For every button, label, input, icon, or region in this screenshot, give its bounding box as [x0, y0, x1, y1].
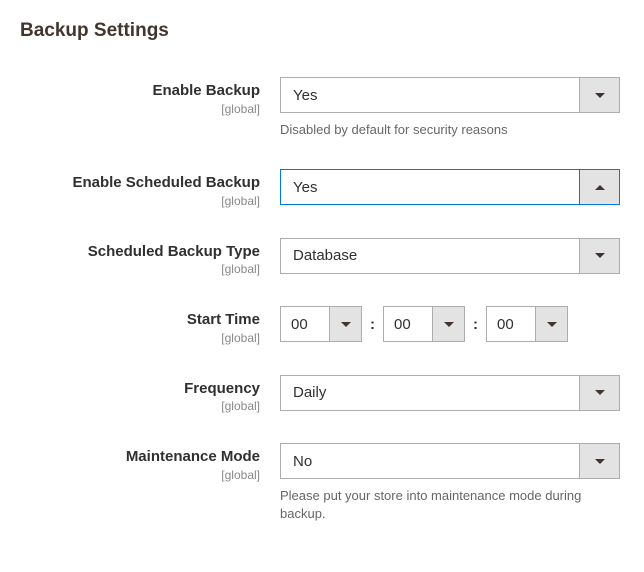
field-enable-scheduled-backup: Enable Scheduled Backup [global] Yes — [20, 169, 624, 208]
control-col: Database — [280, 238, 620, 274]
select-maintenance-mode[interactable]: No — [280, 443, 620, 479]
chevron-down-icon — [595, 253, 605, 258]
select-value: Database — [281, 239, 579, 273]
control-col: Daily — [280, 375, 620, 411]
control-col: Yes Disabled by default for security rea… — [280, 77, 620, 139]
field-scheduled-backup-type: Scheduled Backup Type [global] Database — [20, 238, 624, 277]
select-value: Yes — [281, 170, 579, 204]
chevron-up-icon — [595, 185, 605, 190]
field-start-time: Start Time [global] 00 : 00 : 00 — [20, 306, 624, 345]
dropdown-button[interactable] — [579, 78, 619, 112]
time-separator: : — [473, 316, 478, 333]
label-frequency: Frequency — [20, 379, 260, 399]
select-value: 00 — [281, 307, 329, 341]
label-col: Enable Scheduled Backup [global] — [20, 169, 280, 208]
label-enable-backup: Enable Backup — [20, 81, 260, 101]
label-col: Scheduled Backup Type [global] — [20, 238, 280, 277]
field-maintenance-mode: Maintenance Mode [global] No Please put … — [20, 443, 624, 523]
chevron-down-icon — [595, 93, 605, 98]
control-col: 00 : 00 : 00 — [280, 306, 620, 342]
select-value: No — [281, 444, 579, 478]
scope-label: [global] — [20, 262, 260, 276]
label-col: Start Time [global] — [20, 306, 280, 345]
scope-label: [global] — [20, 194, 260, 208]
time-row: 00 : 00 : 00 — [280, 306, 620, 342]
dropdown-button[interactable] — [535, 307, 567, 341]
label-scheduled-backup-type: Scheduled Backup Type — [20, 242, 260, 262]
select-second[interactable]: 00 — [486, 306, 568, 342]
select-value: Daily — [281, 376, 579, 410]
control-col: No Please put your store into maintenanc… — [280, 443, 620, 523]
label-start-time: Start Time — [20, 310, 260, 330]
label-col: Enable Backup [global] — [20, 77, 280, 116]
select-frequency[interactable]: Daily — [280, 375, 620, 411]
select-hour[interactable]: 00 — [280, 306, 362, 342]
chevron-down-icon — [595, 390, 605, 395]
field-frequency: Frequency [global] Daily — [20, 375, 624, 414]
scope-label: [global] — [20, 102, 260, 116]
time-separator: : — [370, 316, 375, 333]
select-enable-scheduled-backup[interactable]: Yes — [280, 169, 620, 205]
scope-label: [global] — [20, 468, 260, 482]
label-col: Frequency [global] — [20, 375, 280, 414]
scope-label: [global] — [20, 331, 260, 345]
help-text: Please put your store into maintenance m… — [280, 487, 620, 523]
select-enable-backup[interactable]: Yes — [280, 77, 620, 113]
help-text: Disabled by default for security reasons — [280, 121, 620, 139]
dropdown-button[interactable] — [579, 444, 619, 478]
select-value: 00 — [384, 307, 432, 341]
select-value: Yes — [281, 78, 579, 112]
scope-label: [global] — [20, 399, 260, 413]
label-enable-scheduled-backup: Enable Scheduled Backup — [20, 173, 260, 193]
chevron-down-icon — [547, 322, 557, 327]
dropdown-button[interactable] — [579, 376, 619, 410]
select-minute[interactable]: 00 — [383, 306, 465, 342]
control-col: Yes — [280, 169, 620, 205]
field-enable-backup: Enable Backup [global] Yes Disabled by d… — [20, 77, 624, 139]
dropdown-button[interactable] — [329, 307, 361, 341]
dropdown-button[interactable] — [432, 307, 464, 341]
label-maintenance-mode: Maintenance Mode — [20, 447, 260, 467]
chevron-down-icon — [444, 322, 454, 327]
dropdown-button[interactable] — [579, 239, 619, 273]
dropdown-button[interactable] — [579, 170, 619, 204]
label-col: Maintenance Mode [global] — [20, 443, 280, 482]
chevron-down-icon — [595, 459, 605, 464]
section-title: Backup Settings — [20, 20, 624, 42]
chevron-down-icon — [341, 322, 351, 327]
select-scheduled-backup-type[interactable]: Database — [280, 238, 620, 274]
select-value: 00 — [487, 307, 535, 341]
